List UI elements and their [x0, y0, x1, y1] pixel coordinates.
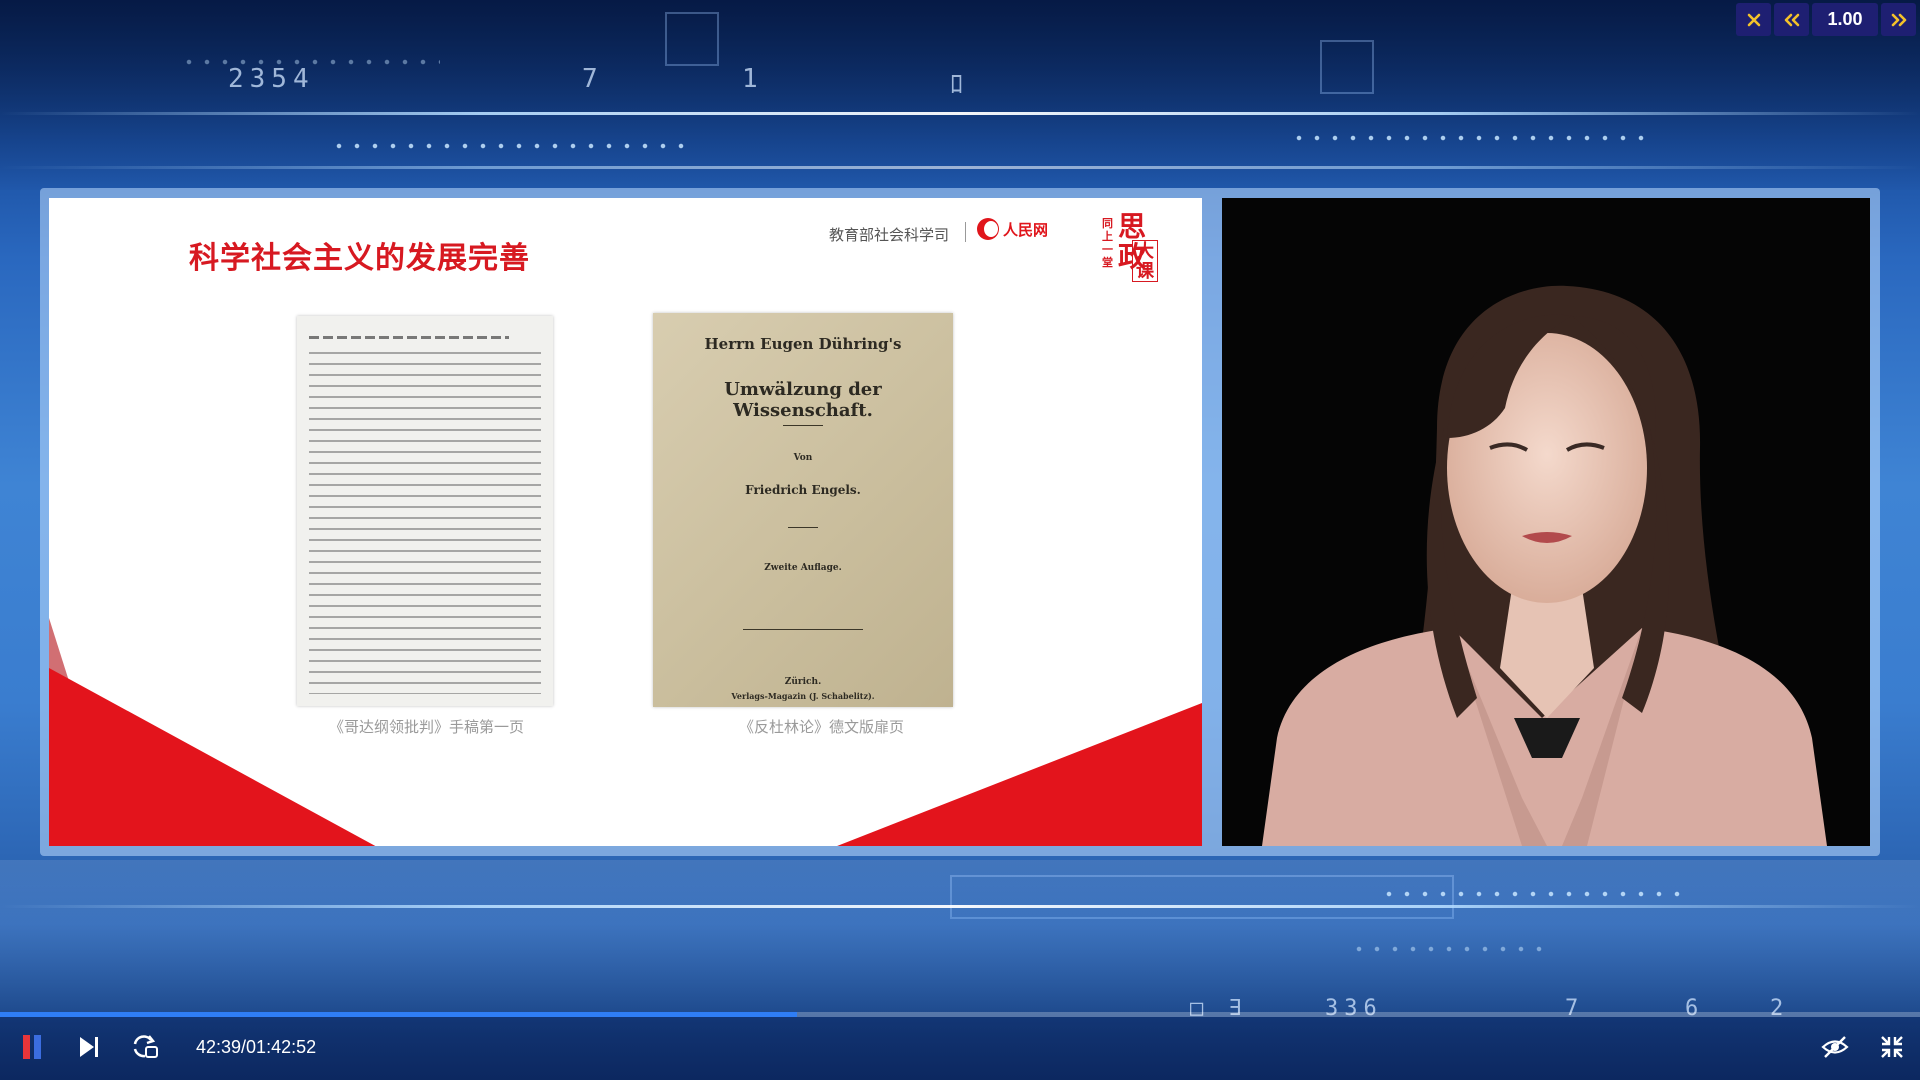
background-digits: 1 [742, 64, 764, 94]
close-speed-button[interactable] [1736, 3, 1771, 36]
exit-fullscreen-icon [1881, 1036, 1903, 1058]
pause-button[interactable] [18, 1032, 48, 1062]
rewind-icon [1784, 13, 1799, 26]
background-dots [1380, 890, 1680, 898]
org-divider [965, 222, 966, 242]
people-daily-logo-icon [977, 218, 999, 240]
book-rule [788, 527, 818, 528]
time-display: 42:39/01:42:52 [196, 1037, 317, 1057]
book-rule [783, 425, 823, 426]
background-digits: 7 [582, 64, 604, 94]
close-icon [1747, 13, 1760, 26]
book-line: Friedrich Engels. [745, 483, 861, 497]
book-line: Zweite Auflage. [764, 563, 842, 573]
speed-rate-display: 1.00 [1812, 3, 1878, 36]
background-box [1320, 40, 1374, 94]
background-glow-line [0, 905, 1920, 908]
speaker-figure [1262, 285, 1827, 846]
loop-icon [133, 1035, 158, 1058]
subtitle-off-icon [1821, 1036, 1849, 1058]
subtitle-toggle-button[interactable] [1818, 1032, 1852, 1062]
manuscript-handwriting [309, 352, 541, 694]
loop-button[interactable] [130, 1032, 160, 1062]
manuscript-image [297, 316, 553, 706]
exit-fullscreen-button[interactable] [1876, 1032, 1908, 1062]
book-line: Von [793, 453, 813, 463]
background-digits: 2354 [228, 64, 315, 94]
background-box [665, 12, 719, 66]
book-line: Umwälzung der Wissenschaft. [724, 379, 882, 421]
skip-next-icon [80, 1037, 98, 1057]
background-box [950, 875, 1454, 919]
book-line: Herrn Eugen Dühring's [704, 335, 902, 353]
people-daily-logo: 人民网 [977, 218, 1048, 240]
background-digits: ﾛ [950, 70, 970, 100]
caption-book: 《反杜林论》德文版扉页 [739, 719, 905, 736]
player-controls: 42:39/01:42:52 [0, 1017, 1920, 1080]
pause-icon [23, 1035, 41, 1059]
background-dots [330, 142, 690, 150]
book-rule [743, 629, 863, 630]
lecture-slide: 科学社会主义的发展完善 教育部社会科学司 人民网 同上一堂 思政 大课 Herr… [49, 198, 1202, 846]
faster-speed-button[interactable] [1881, 3, 1916, 36]
next-button[interactable] [74, 1032, 104, 1062]
book-line: Verlags-Magazin (J. Schabelitz). [731, 691, 875, 701]
fast-forward-icon [1891, 13, 1906, 26]
speaker-video [1222, 198, 1870, 846]
manuscript-heading-scribble [309, 336, 509, 339]
background-glow-line [0, 112, 1920, 115]
slide-org-label: 教育部社会科学司 [829, 227, 950, 244]
slower-speed-button[interactable] [1774, 3, 1809, 36]
background-dots [1350, 945, 1550, 953]
sizheng-logo-box: 大课 [1132, 240, 1158, 282]
people-daily-logo-text: 人民网 [1003, 220, 1049, 239]
book-line: Zürich. [784, 677, 822, 687]
playback-speed-control: 1.00 [1736, 3, 1916, 36]
caption-manuscript: 《哥达纲领批判》手稿第一页 [329, 719, 525, 736]
background-glow-line [0, 166, 1920, 169]
background-dots [1290, 134, 1650, 142]
sizheng-logo-small: 同上一堂 [1102, 218, 1113, 269]
slide-title: 科学社会主义的发展完善 [189, 242, 530, 275]
book-title-page-image: Herrn Eugen Dühring's Umwälzung der Wiss… [653, 313, 953, 707]
